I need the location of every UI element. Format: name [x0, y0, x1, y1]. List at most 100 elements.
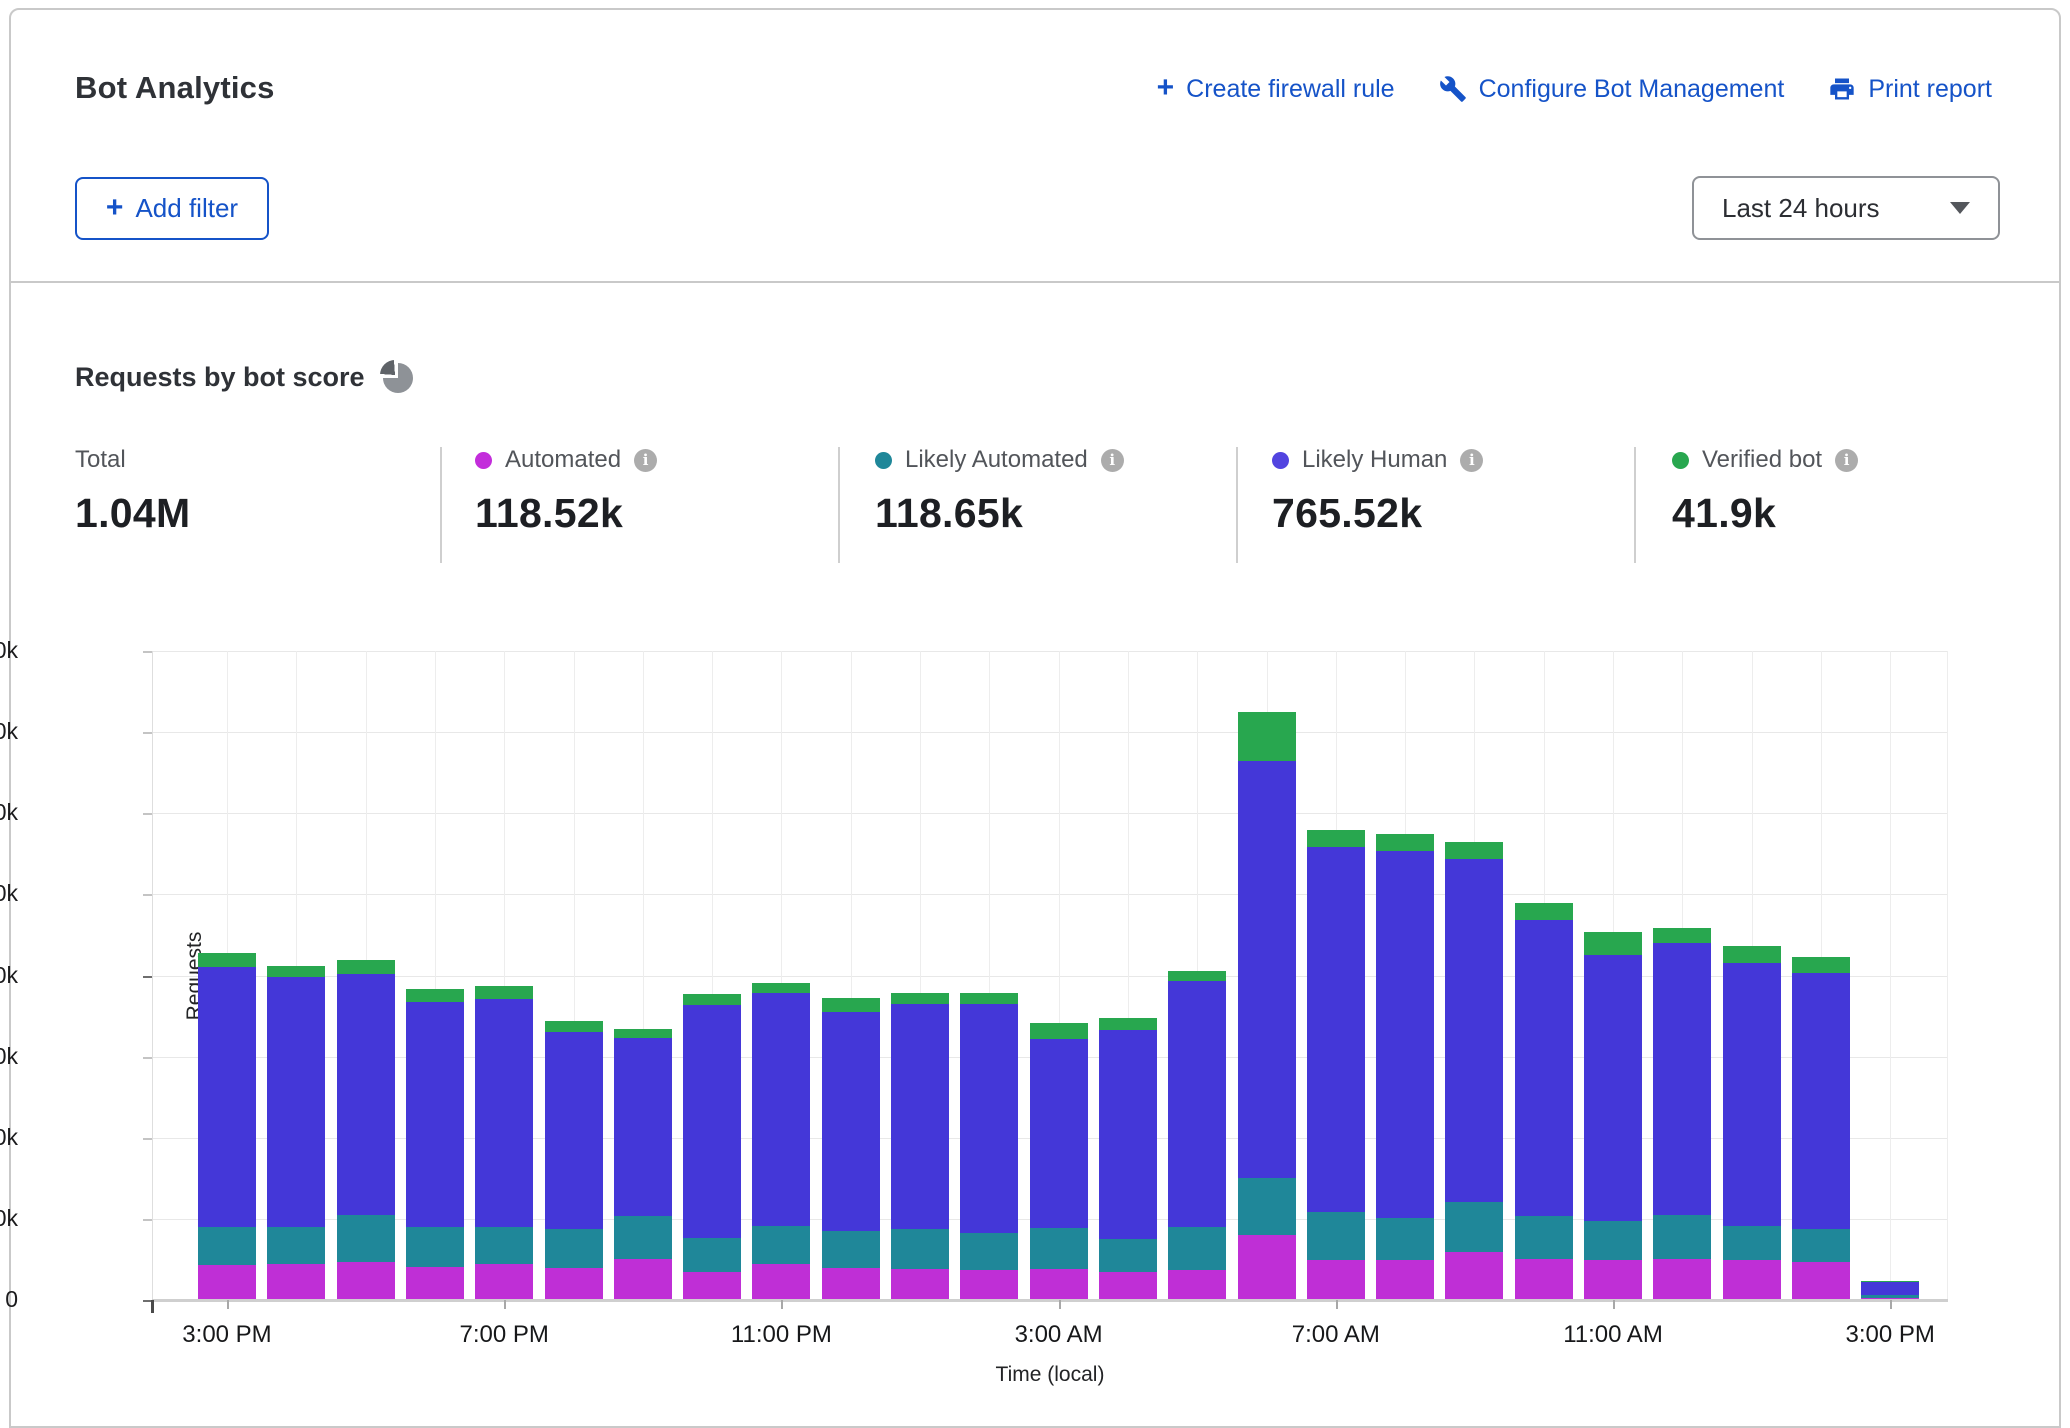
print-report-link[interactable]: Print report: [1828, 75, 1992, 104]
bar-segment-verified-bot[interactable]: [683, 994, 741, 1005]
bar-segment-verified-bot[interactable]: [1238, 712, 1296, 761]
bar-segment-automated[interactable]: [960, 1270, 1018, 1300]
bar-segment-likely-human[interactable]: [1584, 955, 1642, 1220]
bar-segment-likely-automated[interactable]: [406, 1227, 464, 1267]
bar-segment-verified-bot[interactable]: [891, 993, 949, 1004]
bar-segment-verified-bot[interactable]: [1099, 1018, 1157, 1030]
bar-segment-verified-bot[interactable]: [1792, 957, 1850, 973]
bar-segment-likely-human[interactable]: [752, 993, 810, 1226]
bar-segment-verified-bot[interactable]: [1376, 834, 1434, 851]
bar-segment-likely-automated[interactable]: [1099, 1239, 1157, 1271]
time-range-select[interactable]: Last 24 hours: [1692, 176, 2000, 240]
bar-segment-likely-human[interactable]: [1099, 1030, 1157, 1239]
bar-segment-likely-automated[interactable]: [1168, 1227, 1226, 1270]
bar-segment-likely-human[interactable]: [1861, 1281, 1919, 1295]
bar-segment-likely-automated[interactable]: [891, 1229, 949, 1270]
bar-segment-likely-automated[interactable]: [822, 1231, 880, 1268]
bar-segment-automated[interactable]: [1515, 1259, 1573, 1300]
bar-segment-verified-bot[interactable]: [1584, 932, 1642, 956]
bar-segment-automated[interactable]: [1723, 1260, 1781, 1300]
bar-segment-likely-automated[interactable]: [752, 1226, 810, 1263]
bar-segment-automated[interactable]: [1030, 1269, 1088, 1300]
bar-segment-likely-human[interactable]: [1792, 973, 1850, 1229]
bar-segment-likely-automated[interactable]: [1238, 1178, 1296, 1235]
bar-segment-automated[interactable]: [1445, 1252, 1503, 1300]
bar-segment-automated[interactable]: [337, 1262, 395, 1300]
bar-segment-automated[interactable]: [1584, 1260, 1642, 1300]
bar-segment-likely-automated[interactable]: [545, 1229, 603, 1269]
bar-segment-automated[interactable]: [614, 1259, 672, 1300]
bar-segment-likely-automated[interactable]: [1653, 1215, 1711, 1260]
info-icon[interactable]: i: [1835, 449, 1858, 472]
bar-segment-verified-bot[interactable]: [614, 1029, 672, 1038]
bar-segment-automated[interactable]: [683, 1272, 741, 1300]
bar-segment-verified-bot[interactable]: [1445, 842, 1503, 859]
bar-segment-likely-human[interactable]: [1238, 761, 1296, 1179]
bar-segment-verified-bot[interactable]: [1861, 1281, 1919, 1282]
bar-segment-likely-human[interactable]: [198, 967, 256, 1227]
bar-segment-automated[interactable]: [1792, 1262, 1850, 1300]
configure-bot-management-link[interactable]: Configure Bot Management: [1439, 75, 1785, 104]
bar-segment-verified-bot[interactable]: [406, 989, 464, 1002]
bar-segment-automated[interactable]: [1168, 1270, 1226, 1300]
bar-segment-verified-bot[interactable]: [960, 993, 1018, 1004]
bar-segment-likely-automated[interactable]: [1030, 1228, 1088, 1269]
bar-segment-likely-automated[interactable]: [1584, 1221, 1642, 1261]
bar-segment-likely-human[interactable]: [1030, 1039, 1088, 1228]
bar-segment-automated[interactable]: [1376, 1260, 1434, 1300]
bar-segment-likely-human[interactable]: [1376, 851, 1434, 1218]
bar-segment-likely-human[interactable]: [406, 1002, 464, 1227]
bar-segment-automated[interactable]: [475, 1264, 533, 1301]
info-icon[interactable]: i: [1460, 449, 1483, 472]
bar-segment-automated[interactable]: [1307, 1260, 1365, 1300]
bar-segment-likely-human[interactable]: [1515, 920, 1573, 1215]
bar-segment-verified-bot[interactable]: [1653, 928, 1711, 943]
bar-segment-automated[interactable]: [267, 1264, 325, 1301]
info-icon[interactable]: i: [634, 449, 657, 472]
bar-segment-likely-automated[interactable]: [1792, 1229, 1850, 1261]
bar-segment-verified-bot[interactable]: [1030, 1023, 1088, 1039]
bar-segment-verified-bot[interactable]: [198, 953, 256, 967]
bar-segment-likely-automated[interactable]: [1307, 1212, 1365, 1261]
bar-segment-automated[interactable]: [822, 1268, 880, 1300]
bar-segment-likely-human[interactable]: [337, 974, 395, 1215]
bar-segment-likely-automated[interactable]: [1445, 1202, 1503, 1252]
bar-segment-likely-automated[interactable]: [475, 1227, 533, 1264]
info-icon[interactable]: i: [1101, 449, 1124, 472]
bar-segment-verified-bot[interactable]: [545, 1021, 603, 1032]
bar-segment-likely-human[interactable]: [891, 1004, 949, 1229]
bar-segment-likely-human[interactable]: [475, 999, 533, 1227]
create-firewall-rule-link[interactable]: + Create firewall rule: [1157, 74, 1395, 104]
bar-segment-verified-bot[interactable]: [475, 986, 533, 999]
bar-segment-likely-automated[interactable]: [1376, 1218, 1434, 1260]
bar-segment-likely-automated[interactable]: [683, 1238, 741, 1272]
bar-segment-likely-automated[interactable]: [960, 1233, 1018, 1270]
bar-segment-verified-bot[interactable]: [1168, 971, 1226, 981]
bar-segment-likely-human[interactable]: [683, 1005, 741, 1239]
bar-segment-likely-automated[interactable]: [614, 1216, 672, 1259]
bar-segment-likely-human[interactable]: [1653, 943, 1711, 1215]
add-filter-button[interactable]: + Add filter: [75, 177, 269, 240]
bar-segment-likely-human[interactable]: [1307, 847, 1365, 1212]
bar-segment-likely-automated[interactable]: [337, 1215, 395, 1262]
bar-segment-likely-human[interactable]: [1168, 981, 1226, 1227]
bar-segment-verified-bot[interactable]: [822, 998, 880, 1012]
bar-segment-likely-human[interactable]: [1445, 859, 1503, 1202]
bar-segment-likely-human[interactable]: [960, 1004, 1018, 1234]
bar-segment-verified-bot[interactable]: [752, 983, 810, 994]
bar-segment-likely-human[interactable]: [822, 1012, 880, 1231]
bar-segment-automated[interactable]: [752, 1264, 810, 1301]
bar-segment-likely-automated[interactable]: [1723, 1226, 1781, 1260]
bar-segment-automated[interactable]: [545, 1268, 603, 1300]
bar-segment-automated[interactable]: [1653, 1259, 1711, 1300]
bar-segment-likely-automated[interactable]: [1515, 1216, 1573, 1259]
bar-segment-likely-human[interactable]: [614, 1038, 672, 1216]
bar-segment-verified-bot[interactable]: [337, 960, 395, 974]
bar-segment-likely-automated[interactable]: [1861, 1295, 1919, 1297]
bar-segment-verified-bot[interactable]: [1515, 903, 1573, 920]
bar-segment-verified-bot[interactable]: [267, 966, 325, 977]
bar-segment-automated[interactable]: [1099, 1272, 1157, 1300]
bar-segment-automated[interactable]: [406, 1267, 464, 1300]
bar-segment-verified-bot[interactable]: [1723, 946, 1781, 962]
bar-segment-likely-human[interactable]: [1723, 963, 1781, 1227]
